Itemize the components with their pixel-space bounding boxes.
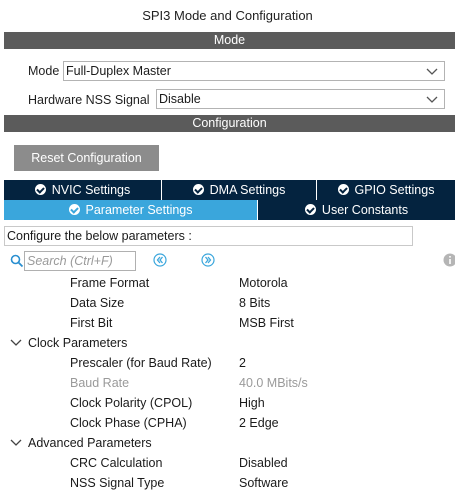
reset-configuration-button[interactable]: Reset Configuration [14, 145, 159, 171]
param-name: Clock Phase (CPHA) [70, 416, 187, 430]
param-value: 2 [239, 356, 246, 370]
check-circle-icon [337, 184, 349, 195]
param-name: CRC Calculation [70, 456, 163, 470]
param-name: NSS Signal Type [70, 476, 165, 490]
nss-select-value: Disable [159, 92, 201, 106]
mode-select[interactable]: Full-Duplex Master [63, 61, 445, 81]
tab-label: NVIC Settings [51, 183, 131, 197]
group-label: Advanced Parameters [28, 436, 152, 450]
tab-label: User Constants [321, 203, 409, 217]
chevron-down-icon [426, 96, 438, 103]
param-row-first-bit[interactable]: First Bit MSB First [0, 313, 455, 333]
mode-label: Mode [28, 64, 60, 78]
param-row-clock-phase[interactable]: Clock Phase (CPHA) 2 Edge [0, 413, 455, 433]
nav-right-icon[interactable] [201, 253, 215, 267]
param-name: Baud Rate [70, 376, 130, 390]
search-input[interactable] [24, 251, 136, 271]
param-name: First Bit [70, 316, 113, 330]
nss-label: Hardware NSS Signal [28, 93, 150, 107]
tab-label: GPIO Settings [354, 183, 435, 197]
param-row-frame-format[interactable]: Frame Format Motorola [0, 273, 455, 293]
group-label: Clock Parameters [28, 336, 128, 350]
param-name: Clock Polarity (CPOL) [70, 396, 193, 410]
nss-select[interactable]: Disable [156, 89, 445, 109]
tab-label: Parameter Settings [85, 203, 193, 217]
info-icon[interactable] [443, 253, 455, 267]
window-title: SPI3 Mode and Configuration [142, 8, 313, 23]
mode-section-header: Mode [4, 32, 455, 49]
param-value: 40.0 MBits/s [239, 376, 308, 390]
param-row-prescaler[interactable]: Prescaler (for Baud Rate) 2 [0, 353, 455, 373]
tab-user-constants[interactable]: User Constants [258, 200, 455, 220]
nav-left-icon[interactable] [153, 253, 167, 267]
param-value: Disabled [239, 456, 288, 470]
param-row-data-size[interactable]: Data Size 8 Bits [0, 293, 455, 313]
check-circle-icon [34, 184, 46, 195]
search-icon [10, 254, 24, 268]
tab-nvic-settings[interactable]: NVIC Settings [4, 180, 162, 200]
param-name: Prescaler (for Baud Rate) [70, 356, 212, 370]
check-circle-icon [192, 184, 204, 195]
configuration-section-header: Configuration [4, 115, 455, 132]
expand-chevron-icon [10, 339, 22, 346]
param-row-baud-rate: Baud Rate 40.0 MBits/s [0, 373, 455, 393]
check-circle-icon [68, 204, 80, 215]
param-value: Motorola [239, 276, 288, 290]
expand-chevron-icon [10, 439, 22, 446]
chevron-down-icon [426, 68, 438, 75]
param-value: MSB First [239, 316, 294, 330]
tab-gpio-settings[interactable]: GPIO Settings [317, 180, 455, 200]
param-value: 8 Bits [239, 296, 271, 310]
check-circle-icon [304, 204, 316, 215]
param-name: Data Size [70, 296, 125, 310]
param-value: High [239, 396, 265, 410]
mode-select-value: Full-Duplex Master [66, 64, 171, 78]
param-row-clock-polarity[interactable]: Clock Polarity (CPOL) High [0, 393, 455, 413]
param-value: Software [239, 476, 289, 490]
group-advanced-parameters[interactable]: Advanced Parameters [0, 433, 455, 453]
param-row-nss-signal-type[interactable]: NSS Signal Type Software [0, 473, 455, 493]
group-clock-parameters[interactable]: Clock Parameters [0, 333, 455, 353]
param-row-crc-calculation[interactable]: CRC Calculation Disabled [0, 453, 455, 473]
parameters-hint: Configure the below parameters : [4, 226, 413, 246]
tab-label: DMA Settings [209, 183, 286, 197]
tab-dma-settings[interactable]: DMA Settings [162, 180, 317, 200]
param-name: Frame Format [70, 276, 150, 290]
tab-parameter-settings[interactable]: Parameter Settings [4, 200, 258, 220]
param-value: 2 Edge [239, 416, 279, 430]
